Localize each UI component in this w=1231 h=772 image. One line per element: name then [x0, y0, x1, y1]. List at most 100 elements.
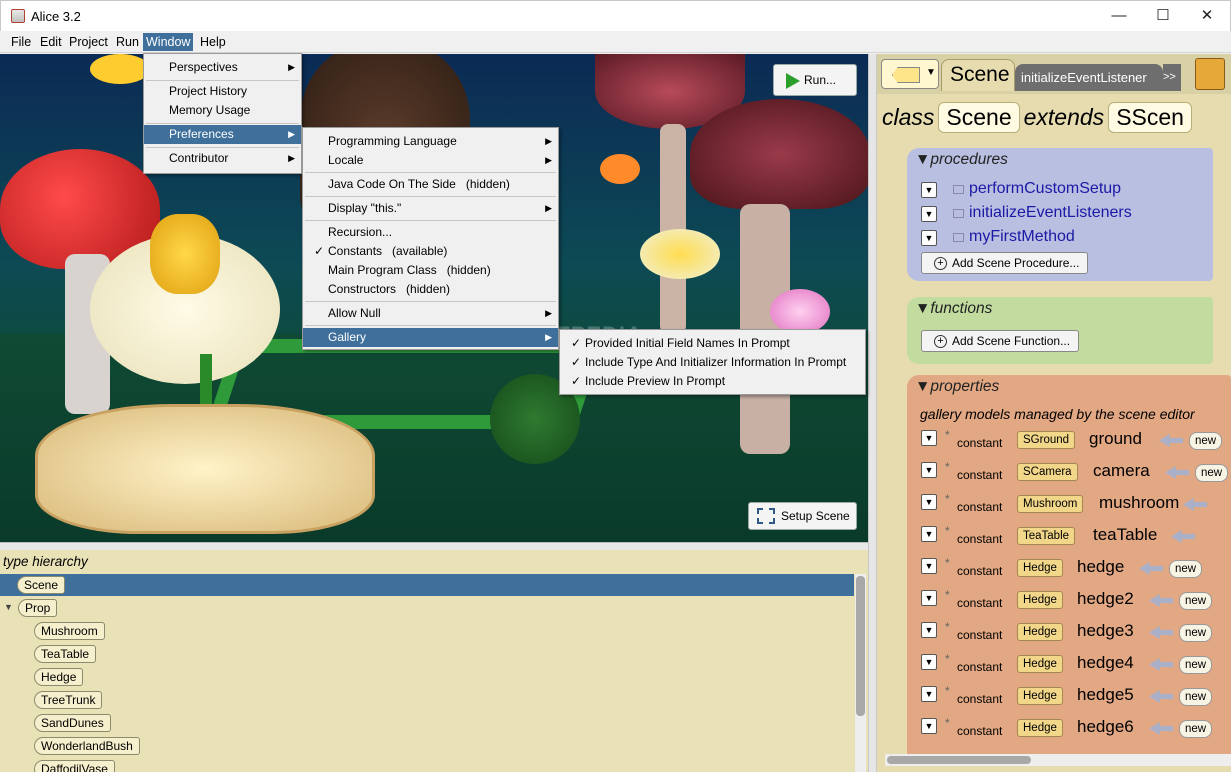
property-menu-button[interactable]: ▼ — [921, 462, 937, 478]
property-type[interactable]: SCamera — [1017, 463, 1078, 481]
expand-arrow-icon[interactable]: ▼ — [4, 602, 13, 612]
menu-item-perspectives[interactable]: Perspectives ▶ — [144, 58, 301, 77]
property-menu-button[interactable]: ▼ — [921, 494, 937, 510]
menu-item-locale[interactable]: Locale ▶ — [303, 151, 558, 170]
property-type[interactable]: Hedge — [1017, 559, 1063, 577]
property-name[interactable]: hedge — [1077, 557, 1124, 577]
tab-scene[interactable]: Scene — [941, 59, 1015, 91]
menu-item-memory-usage[interactable]: Memory Usage — [144, 101, 301, 120]
horizontal-splitter[interactable] — [0, 542, 868, 550]
property-menu-button[interactable]: ▼ — [921, 526, 937, 542]
hierarchy-scrollbar[interactable] — [855, 574, 866, 772]
property-name[interactable]: camera — [1093, 461, 1150, 481]
close-button[interactable]: ✕ — [1184, 1, 1230, 32]
menu-item-display-this[interactable]: Display "this." ▶ — [303, 199, 558, 218]
add-scene-function-button[interactable]: + Add Scene Function... — [921, 330, 1080, 352]
selected-row[interactable] — [0, 574, 854, 596]
property-name[interactable]: hedge2 — [1077, 589, 1134, 609]
new-expression[interactable]: new — [1189, 432, 1223, 450]
new-expression[interactable]: new — [1179, 656, 1213, 674]
property-type[interactable]: TeaTable — [1017, 527, 1076, 545]
edit-procedure-button[interactable]: ▼ — [921, 230, 937, 246]
menu-item-allow-null[interactable]: Allow Null ▶ — [303, 304, 558, 323]
menu-item-project-history[interactable]: Project History — [144, 82, 301, 101]
menu-item-recursion[interactable]: Recursion... — [303, 223, 558, 242]
tree-item-sanddunes[interactable]: SandDunes — [34, 714, 111, 732]
property-menu-button[interactable]: ▼ — [921, 430, 937, 446]
new-expression[interactable]: new — [1179, 688, 1213, 706]
type-selector-dropdown[interactable]: ▼ — [881, 59, 939, 89]
new-expression[interactable]: new — [1169, 560, 1203, 578]
property-type[interactable]: Hedge — [1017, 623, 1063, 641]
tree-item-teatable[interactable]: TeaTable — [34, 645, 97, 663]
property-menu-button[interactable]: ▼ — [921, 718, 937, 734]
property-name[interactable]: hedge6 — [1077, 717, 1134, 737]
menu-item-provided-initial-field-names[interactable]: ✓ Provided Initial Field Names In Prompt — [560, 334, 865, 353]
property-menu-button[interactable]: ▼ — [921, 590, 937, 606]
add-scene-procedure-button[interactable]: + Add Scene Procedure... — [921, 252, 1089, 274]
property-menu-button[interactable]: ▼ — [921, 558, 937, 574]
menu-help[interactable]: Help — [197, 33, 229, 51]
menu-item-constructors[interactable]: Constructors (hidden) — [303, 280, 558, 299]
procedure-name[interactable]: initializeEventListeners — [969, 204, 1132, 222]
more-tabs-button[interactable]: >> — [1163, 64, 1181, 91]
functions-title[interactable]: ▼functions — [915, 300, 992, 318]
menu-item-constants[interactable]: ✓ Constants (available) — [303, 242, 558, 261]
menu-run[interactable]: Run — [113, 33, 142, 51]
property-menu-button[interactable]: ▼ — [921, 654, 937, 670]
property-type[interactable]: Hedge — [1017, 687, 1063, 705]
menu-item-include-preview[interactable]: ✓ Include Preview In Prompt — [560, 372, 865, 391]
new-expression[interactable]: new — [1179, 592, 1213, 610]
property-name[interactable]: ground — [1089, 429, 1142, 449]
property-menu-button[interactable]: ▼ — [921, 686, 937, 702]
property-type[interactable]: Hedge — [1017, 719, 1063, 737]
menu-item-programming-language[interactable]: Programming Language ▶ — [303, 132, 558, 151]
procedures-title[interactable]: ▼procedures — [915, 151, 1008, 169]
property-type[interactable]: Hedge — [1017, 655, 1063, 673]
tree-item-mushroom[interactable]: Mushroom — [34, 622, 105, 640]
maximize-button[interactable]: ☐ — [1140, 1, 1186, 32]
procedure-name[interactable]: performCustomSetup — [969, 180, 1121, 198]
procedure-name[interactable]: myFirstMethod — [969, 228, 1075, 246]
properties-title[interactable]: ▼properties — [915, 378, 999, 396]
clipboard-icon[interactable] — [1195, 58, 1225, 90]
edit-procedure-button[interactable]: ▼ — [921, 206, 937, 222]
property-menu-button[interactable]: ▼ — [921, 622, 937, 638]
setup-scene-button[interactable]: Setup Scene — [748, 502, 857, 530]
menu-window[interactable]: Window — [143, 33, 194, 51]
new-expression[interactable]: new — [1179, 624, 1213, 642]
tab-initialize-event-listeners[interactable]: initializeEventListener — [1015, 64, 1163, 91]
hierarchy-scroll-thumb[interactable] — [856, 576, 865, 716]
new-expression[interactable]: new — [1195, 464, 1229, 482]
property-name[interactable]: hedge5 — [1077, 685, 1134, 705]
new-expression[interactable]: new — [1179, 720, 1213, 738]
vertical-splitter[interactable] — [868, 54, 877, 772]
menu-item-gallery[interactable]: Gallery ▶ — [303, 328, 558, 347]
menu-project[interactable]: Project — [66, 33, 111, 51]
code-scroll-thumb[interactable] — [887, 756, 1031, 764]
code-horizontal-scrollbar[interactable] — [885, 754, 1231, 766]
menu-edit[interactable]: Edit — [37, 33, 65, 51]
tree-item-prop[interactable]: Prop — [18, 599, 58, 617]
menu-item-main-program-class[interactable]: Main Program Class (hidden) — [303, 261, 558, 280]
property-name[interactable]: mushroom — [1099, 493, 1179, 513]
tree-item-treetrunk[interactable]: TreeTrunk — [34, 691, 103, 709]
tree-item-hedge[interactable]: Hedge — [34, 668, 84, 686]
property-name[interactable]: teaTable — [1093, 525, 1157, 545]
tree-item-wonderlandbush[interactable]: WonderlandBush — [34, 737, 140, 755]
minimize-button[interactable]: — — [1096, 1, 1142, 32]
edit-procedure-button[interactable]: ▼ — [921, 182, 937, 198]
class-name[interactable]: Scene — [938, 102, 1020, 133]
tree-item-scene[interactable]: Scene — [17, 576, 66, 594]
menu-item-include-type-initializer[interactable]: ✓ Include Type And Initializer Informatio… — [560, 353, 865, 372]
menu-item-java-code-on-side[interactable]: Java Code On The Side (hidden) — [303, 175, 558, 194]
superclass-name[interactable]: SScen — [1108, 102, 1192, 133]
menu-item-preferences[interactable]: Preferences ▶ — [144, 125, 301, 144]
menu-item-contributor[interactable]: Contributor ▶ — [144, 149, 301, 168]
menu-file[interactable]: File — [8, 33, 34, 51]
property-name[interactable]: hedge3 — [1077, 621, 1134, 641]
property-type[interactable]: Mushroom — [1017, 495, 1084, 513]
property-name[interactable]: hedge4 — [1077, 653, 1134, 673]
run-button[interactable]: Run... — [773, 64, 857, 96]
property-type[interactable]: Hedge — [1017, 591, 1063, 609]
